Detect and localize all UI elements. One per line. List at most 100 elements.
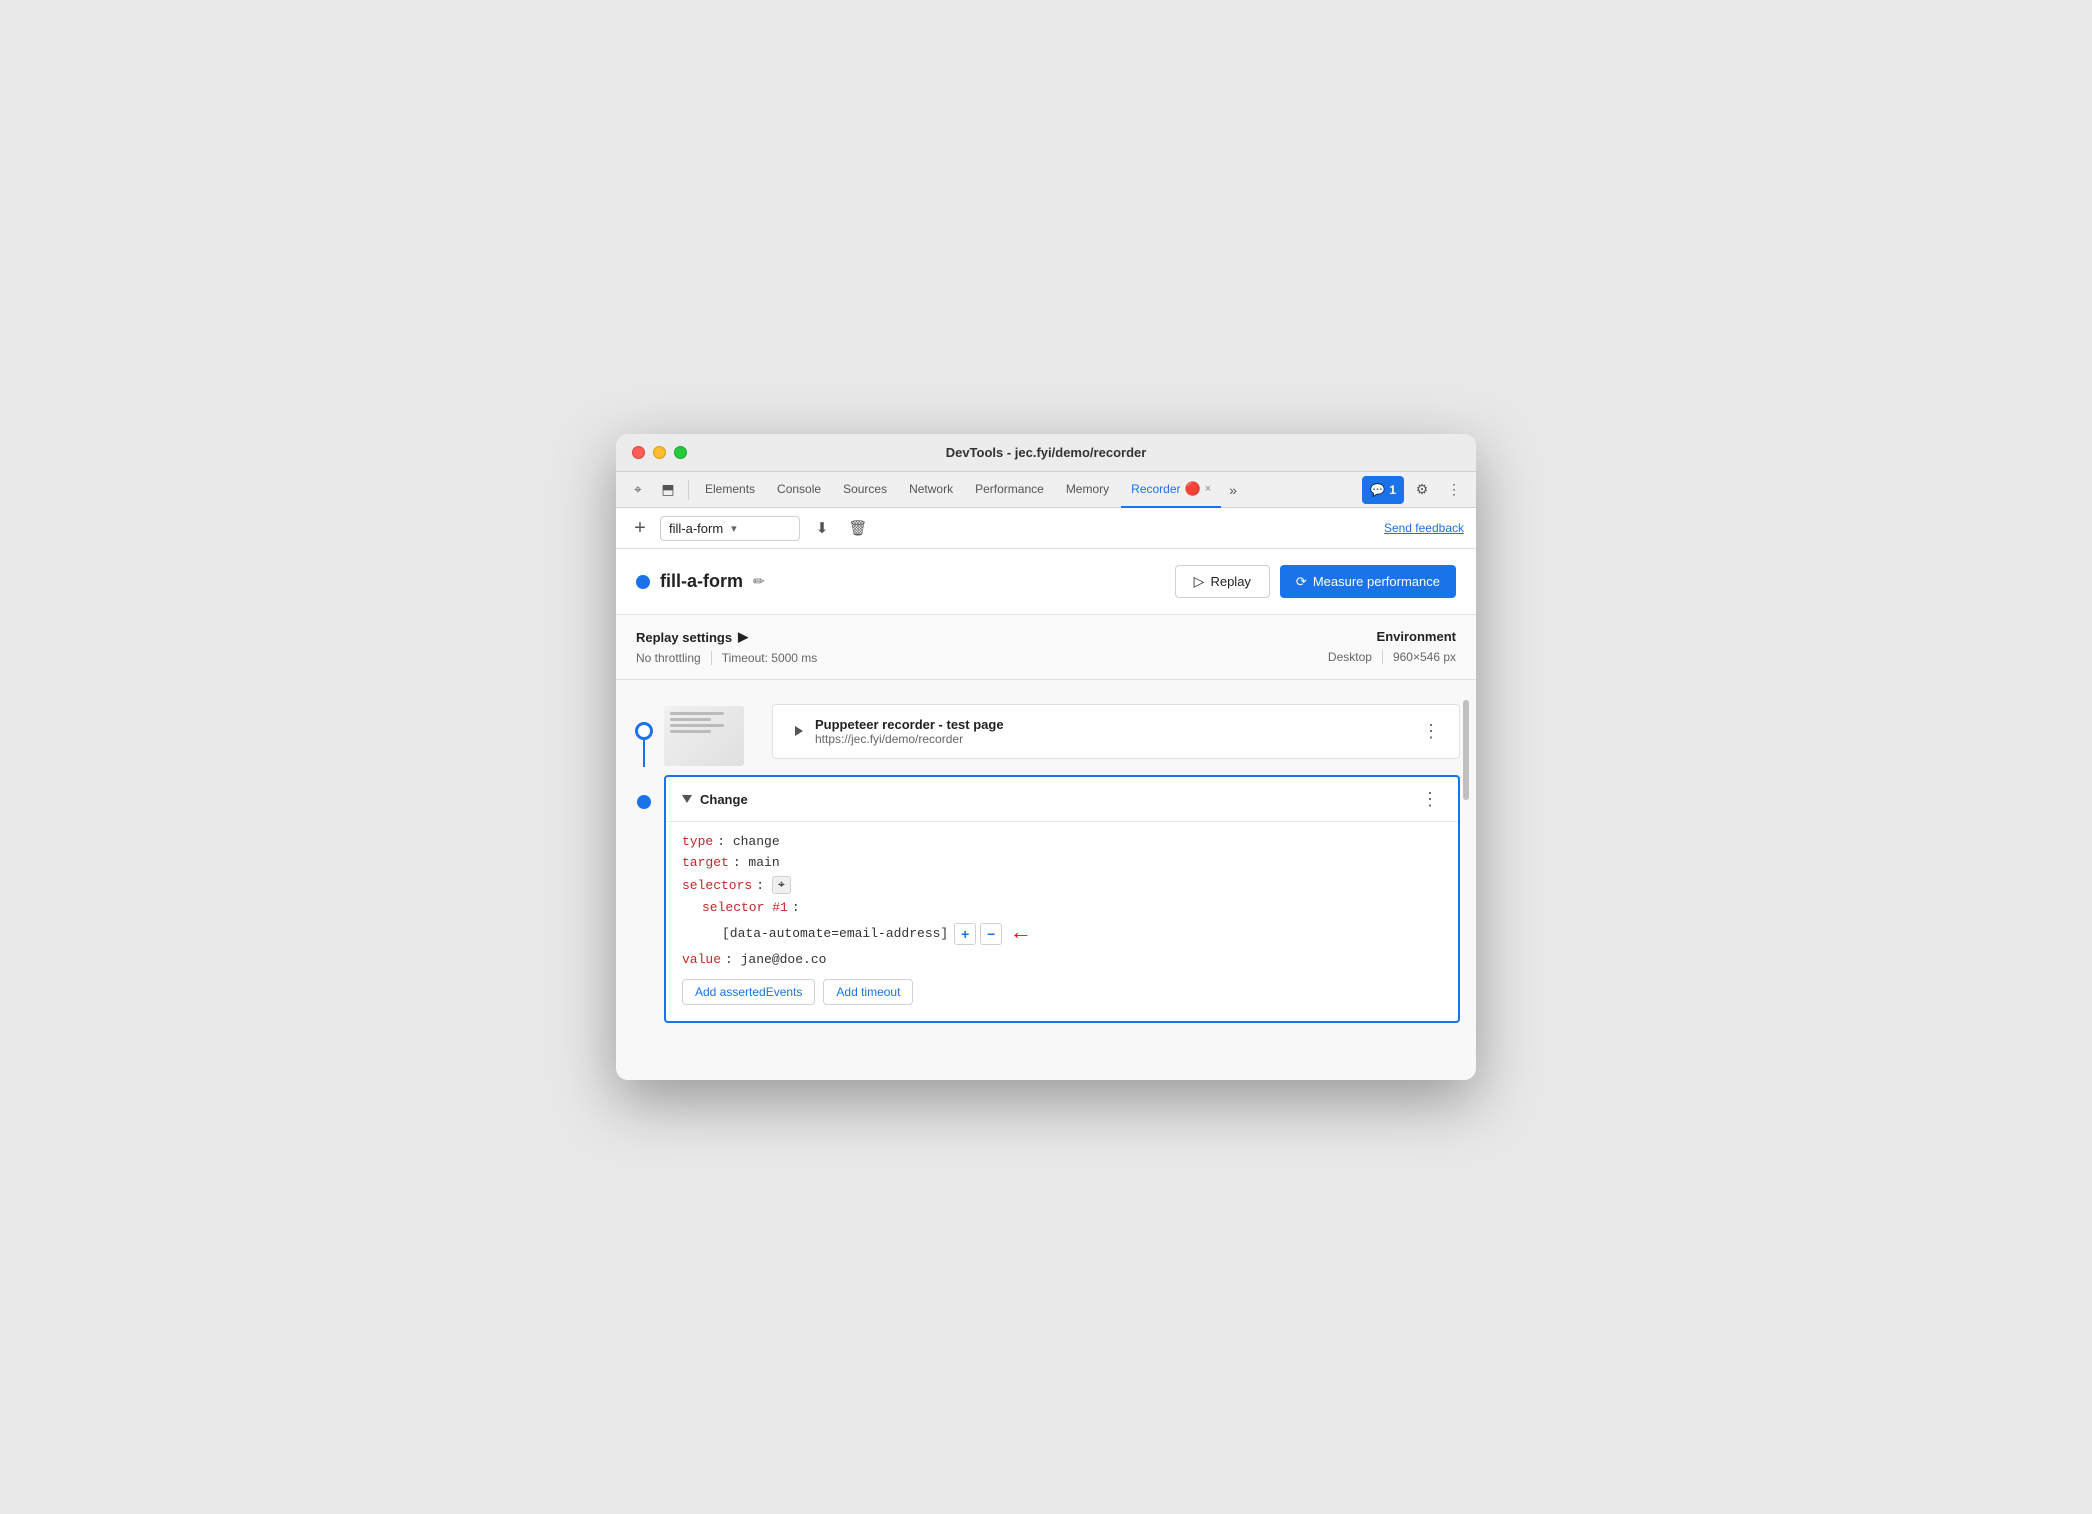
step1-expand-button[interactable]	[789, 722, 809, 742]
step1-thumbnail-inner	[664, 706, 744, 766]
titlebar: DevTools - jec.fyi/demo/recorder	[616, 434, 1476, 472]
step1-thumbnail	[664, 706, 744, 766]
step2-row: Change ⋮ type : change target : main	[616, 767, 1476, 1031]
code-type-line: type : change	[682, 834, 1442, 849]
chevron-down-triangle-icon	[682, 795, 692, 803]
code-selector1-line: selector #1 :	[702, 900, 1442, 915]
type-key: type	[682, 834, 713, 849]
measure-icon: ⟳	[1296, 574, 1307, 590]
minimize-button[interactable]	[653, 446, 666, 459]
new-recording-button[interactable]: +	[628, 516, 652, 540]
send-feedback-link[interactable]: Send feedback	[1384, 521, 1464, 535]
value-val: : jane@doe.co	[725, 952, 826, 967]
recording-dropdown[interactable]: fill-a-form ▾	[660, 516, 800, 541]
chat-bubble-btn[interactable]: 💬 1	[1362, 476, 1404, 504]
recording-header: fill-a-form ✏ ▷ Replay ⟳ Measure perform…	[616, 549, 1476, 615]
cursor-selector-icon: ⌖	[778, 878, 785, 892]
selectors-icon-btn[interactable]: ⌖	[772, 876, 791, 894]
add-selector-button[interactable]: +	[954, 923, 976, 945]
tab-divider-1	[688, 480, 689, 500]
download-icon: ⬇	[816, 519, 829, 537]
tab-sources[interactable]: Sources	[833, 472, 897, 508]
dock-icon-btn[interactable]: ⬒	[654, 476, 682, 504]
tab-elements[interactable]: Elements	[695, 472, 765, 508]
step2-action-buttons: Add assertedEvents Add timeout	[682, 979, 1442, 1005]
remove-selector-button[interactable]: −	[980, 923, 1002, 945]
step1-more-button[interactable]: ⋮	[1419, 720, 1443, 744]
devtools-window: DevTools - jec.fyi/demo/recorder ⌖ ⬒ Ele…	[616, 434, 1476, 1080]
edit-recording-name-icon[interactable]: ✏	[753, 573, 765, 590]
window-title: DevTools - jec.fyi/demo/recorder	[946, 445, 1147, 460]
tabs-overflow-btn[interactable]: »	[1223, 482, 1243, 498]
add-asserted-events-button[interactable]: Add assertedEvents	[682, 979, 815, 1005]
step2-timeline	[624, 767, 664, 1031]
code-value-line: value : jane@doe.co	[682, 952, 1442, 967]
recording-status-dot	[636, 575, 650, 589]
recorder-close-btn[interactable]: ×	[1205, 483, 1211, 495]
replay-settings-section: Replay settings ▶ No throttling Timeout:…	[616, 615, 1476, 680]
step2-circle	[637, 795, 651, 809]
target-val: : main	[733, 855, 780, 870]
measure-performance-button[interactable]: ⟳ Measure performance	[1280, 565, 1456, 598]
code-target-line: target : main	[682, 855, 1442, 870]
cursor-icon-btn[interactable]: ⌖	[624, 476, 652, 504]
tab-memory[interactable]: Memory	[1056, 472, 1119, 508]
thumb-line-2	[670, 718, 711, 721]
settings-title: Replay settings ▶	[636, 629, 817, 645]
step1-thumbnail-container	[664, 704, 760, 767]
settings-btn[interactable]: ⚙	[1408, 476, 1436, 504]
more-vert-icon: ⋮	[1422, 721, 1440, 742]
settings-right: Environment Desktop 960×546 px	[1328, 629, 1456, 664]
environment-details: Desktop 960×546 px	[1328, 650, 1456, 664]
tab-console[interactable]: Console	[767, 472, 831, 508]
step2-more-button[interactable]: ⋮	[1418, 787, 1442, 811]
settings-details: No throttling Timeout: 5000 ms	[636, 651, 817, 665]
chevron-down-icon: ▾	[731, 522, 737, 535]
selector1-val: [data-automate=email-address]	[722, 926, 948, 941]
settings-divider	[711, 651, 712, 665]
tab-performance[interactable]: Performance	[965, 472, 1054, 508]
cursor-icon: ⌖	[634, 481, 642, 498]
step1-card: Puppeteer recorder - test page https://j…	[772, 704, 1460, 759]
step1-timeline	[624, 696, 664, 767]
recorder-toolbar: + fill-a-form ▾ ⬇ 🗑 Send feedback	[616, 508, 1476, 549]
red-arrow-indicator: ←	[1014, 921, 1027, 946]
maximize-button[interactable]	[674, 446, 687, 459]
more-vert-icon-2: ⋮	[1421, 789, 1439, 810]
expand-right-icon	[795, 726, 803, 736]
scrollbar-thumb[interactable]	[1463, 700, 1469, 800]
step1-info: Puppeteer recorder - test page https://j…	[815, 717, 1004, 746]
step2-card: Change ⋮ type : change target : main	[664, 775, 1460, 1023]
recording-title: fill-a-form	[660, 571, 743, 592]
tab-recorder[interactable]: Recorder 🔴 ×	[1121, 472, 1221, 508]
close-button[interactable]	[632, 446, 645, 459]
type-val: : change	[717, 834, 779, 849]
recorder-steps-area: Puppeteer recorder - test page https://j…	[616, 680, 1476, 1080]
thumb-line-1	[670, 712, 724, 715]
play-icon: ▷	[1194, 573, 1205, 590]
step1-row: Puppeteer recorder - test page https://j…	[616, 696, 1476, 767]
settings-left: Replay settings ▶ No throttling Timeout:…	[636, 629, 817, 665]
step1-title: Puppeteer recorder - test page	[815, 717, 1004, 732]
delete-recording-button[interactable]: 🗑	[844, 514, 872, 542]
value-key: value	[682, 952, 721, 967]
replay-button[interactable]: ▷ Replay	[1175, 565, 1270, 598]
expand-settings-icon[interactable]: ▶	[738, 629, 748, 645]
devtools-right-buttons: 💬 1 ⚙ ⋮	[1362, 476, 1468, 504]
more-options-btn[interactable]: ⋮	[1440, 476, 1468, 504]
download-recording-button[interactable]: ⬇	[808, 514, 836, 542]
delete-icon: 🗑	[848, 519, 867, 537]
step1-url: https://jec.fyi/demo/recorder	[815, 732, 1004, 746]
thumb-line-3	[670, 724, 724, 727]
add-timeout-button[interactable]: Add timeout	[823, 979, 913, 1005]
environment-title: Environment	[1328, 629, 1456, 644]
traffic-lights	[632, 446, 687, 459]
selector1-key: selector #1	[702, 900, 788, 915]
thumbnail-content	[664, 706, 744, 742]
step2-header[interactable]: Change ⋮	[666, 777, 1458, 821]
code-selectors-line: selectors : ⌖	[682, 876, 1442, 894]
scrollbar-track[interactable]	[1462, 700, 1470, 1060]
tab-network[interactable]: Network	[899, 472, 963, 508]
gear-icon: ⚙	[1416, 481, 1429, 498]
env-divider	[1382, 650, 1383, 664]
